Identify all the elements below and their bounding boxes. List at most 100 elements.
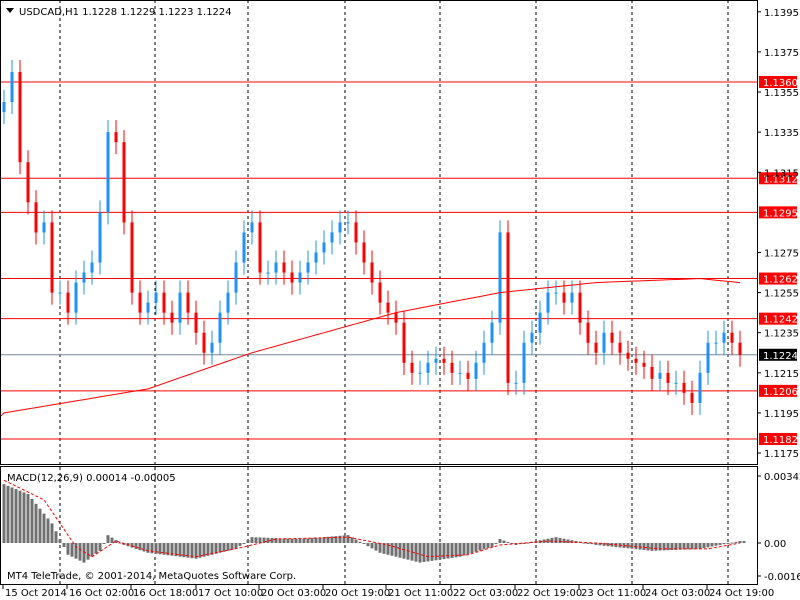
- macd-bar: [414, 543, 418, 562]
- price-tick-label: 1.1395: [764, 8, 799, 19]
- candle-body: [418, 372, 422, 374]
- candle-body: [114, 132, 118, 143]
- macd-bar: [70, 543, 74, 557]
- macd-bar: [462, 543, 466, 556]
- macd-bar: [46, 518, 50, 543]
- time-label: 15 Oct 2014: [5, 588, 67, 599]
- price-tick-label: 1.1355: [764, 88, 799, 99]
- macd-bar: [506, 542, 510, 544]
- candle-body: [514, 382, 518, 384]
- candle-body: [162, 292, 166, 313]
- candle-body: [538, 312, 542, 333]
- macd-bar: [14, 489, 18, 543]
- macd-bar: [118, 542, 122, 544]
- macd-bar: [130, 543, 134, 548]
- macd-bar: [370, 543, 374, 549]
- macd-bar: [310, 538, 314, 543]
- candle-body: [730, 332, 734, 343]
- macd-bar: [394, 543, 398, 557]
- time-label: 20 Oct 19:00: [325, 588, 390, 599]
- candle-body: [66, 292, 70, 313]
- macd-bar: [302, 538, 306, 543]
- level-price-label: 1.1206: [763, 387, 798, 398]
- candle-body: [370, 262, 374, 283]
- candle-body: [554, 292, 558, 294]
- candle-body: [634, 358, 638, 363]
- macd-bar: [498, 539, 502, 543]
- candle-body: [394, 312, 398, 323]
- macd-bar: [206, 543, 210, 556]
- candle-body: [178, 292, 182, 323]
- macd-bar: [94, 543, 98, 554]
- candle-body: [386, 302, 390, 313]
- candle-body: [282, 262, 286, 273]
- candle-body: [314, 252, 318, 263]
- candle-body: [530, 332, 534, 343]
- macd-bar: [642, 543, 646, 550]
- macd-bar: [706, 543, 710, 548]
- macd-bar: [350, 537, 354, 543]
- macd-bar: [426, 543, 430, 562]
- candle-body: [234, 262, 238, 293]
- copyright-text: MT4 TeleTrade, © 2001-2014, MetaQuotes S…: [7, 571, 296, 582]
- candle-body: [426, 362, 430, 373]
- candle-body: [250, 222, 254, 233]
- macd-bar: [50, 523, 54, 543]
- candle-body: [354, 222, 358, 243]
- candle-body: [610, 332, 614, 343]
- macd-bar: [6, 485, 10, 543]
- candle-body: [410, 362, 414, 373]
- macd-bar: [258, 537, 262, 543]
- candle-body: [458, 372, 462, 374]
- level-price-label: 1.1182: [763, 435, 798, 446]
- macd-bar: [726, 543, 730, 544]
- candle-body: [602, 332, 606, 353]
- price-tick-label: 1.1315: [764, 168, 799, 179]
- candle-body: [2, 102, 6, 113]
- level-price-label: 1.1262: [763, 275, 798, 286]
- macd-bar: [402, 543, 406, 559]
- macd-bar: [90, 543, 94, 557]
- price-tick-label: 1.1275: [764, 248, 799, 259]
- macd-bar: [586, 543, 590, 544]
- candle-body: [738, 342, 742, 355]
- macd-bar: [230, 543, 234, 550]
- price-tick-label: 1.1255: [764, 289, 799, 300]
- candle-body: [154, 292, 158, 303]
- macd-bar: [470, 543, 474, 554]
- macd-bar: [342, 535, 346, 543]
- candle-body: [58, 292, 62, 294]
- macd-bar: [66, 543, 70, 555]
- macd-bar: [634, 543, 638, 550]
- macd-bar: [742, 541, 746, 543]
- candle-body: [442, 358, 446, 363]
- time-label: 20 Oct 03:00: [261, 588, 326, 599]
- candle-body: [226, 292, 230, 313]
- collapse-triangle-icon[interactable]: [6, 8, 14, 13]
- candle-body: [306, 262, 310, 273]
- candle-body: [258, 222, 262, 273]
- time-label: 17 Oct 10:00: [198, 588, 263, 599]
- macd-bar: [106, 535, 110, 543]
- macd-bar: [390, 543, 394, 556]
- chart-svg[interactable]: 1.13601.13121.12951.12621.12421.12061.11…: [0, 0, 800, 600]
- time-label: 24 Oct 03:00: [645, 588, 710, 599]
- candle-body: [98, 212, 102, 263]
- candle-body: [474, 362, 478, 379]
- candle-body: [274, 262, 278, 273]
- macd-bar: [698, 543, 702, 549]
- macd-bar: [346, 535, 350, 543]
- macd-bar: [478, 543, 482, 551]
- macd-bar: [98, 543, 102, 551]
- macd-bar: [242, 543, 246, 544]
- macd-pane-border: [0, 466, 758, 585]
- candle-body: [346, 222, 350, 224]
- macd-bar: [566, 539, 570, 543]
- candle-body: [698, 372, 702, 403]
- candle-body: [722, 332, 726, 343]
- macd-bar: [10, 487, 14, 543]
- candle-body: [570, 292, 574, 303]
- candle-body: [402, 322, 406, 363]
- candle-body: [690, 392, 694, 403]
- macd-bar: [58, 539, 62, 543]
